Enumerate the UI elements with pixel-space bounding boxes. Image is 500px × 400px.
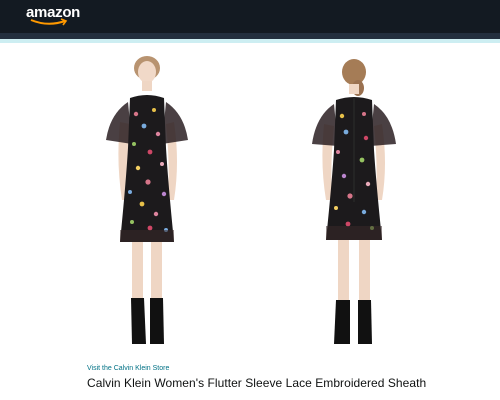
product-image-front[interactable] [92, 52, 212, 352]
top-navigation-bar: amazon [0, 0, 500, 33]
dress-back-image [312, 59, 396, 344]
dress-front-image [106, 56, 188, 344]
store-link[interactable]: Visit the Calvin Klein Store [87, 365, 169, 372]
amazon-logo[interactable]: amazon [26, 4, 86, 30]
product-title: Calvin Klein Women's Flutter Sleeve Lace… [87, 376, 427, 390]
product-page: amazon Visit the Calvin Klein Store Calv… [0, 0, 500, 400]
product-image-back[interactable] [298, 52, 418, 352]
smile-arrow-icon [30, 18, 68, 26]
accent-divider [0, 39, 500, 43]
